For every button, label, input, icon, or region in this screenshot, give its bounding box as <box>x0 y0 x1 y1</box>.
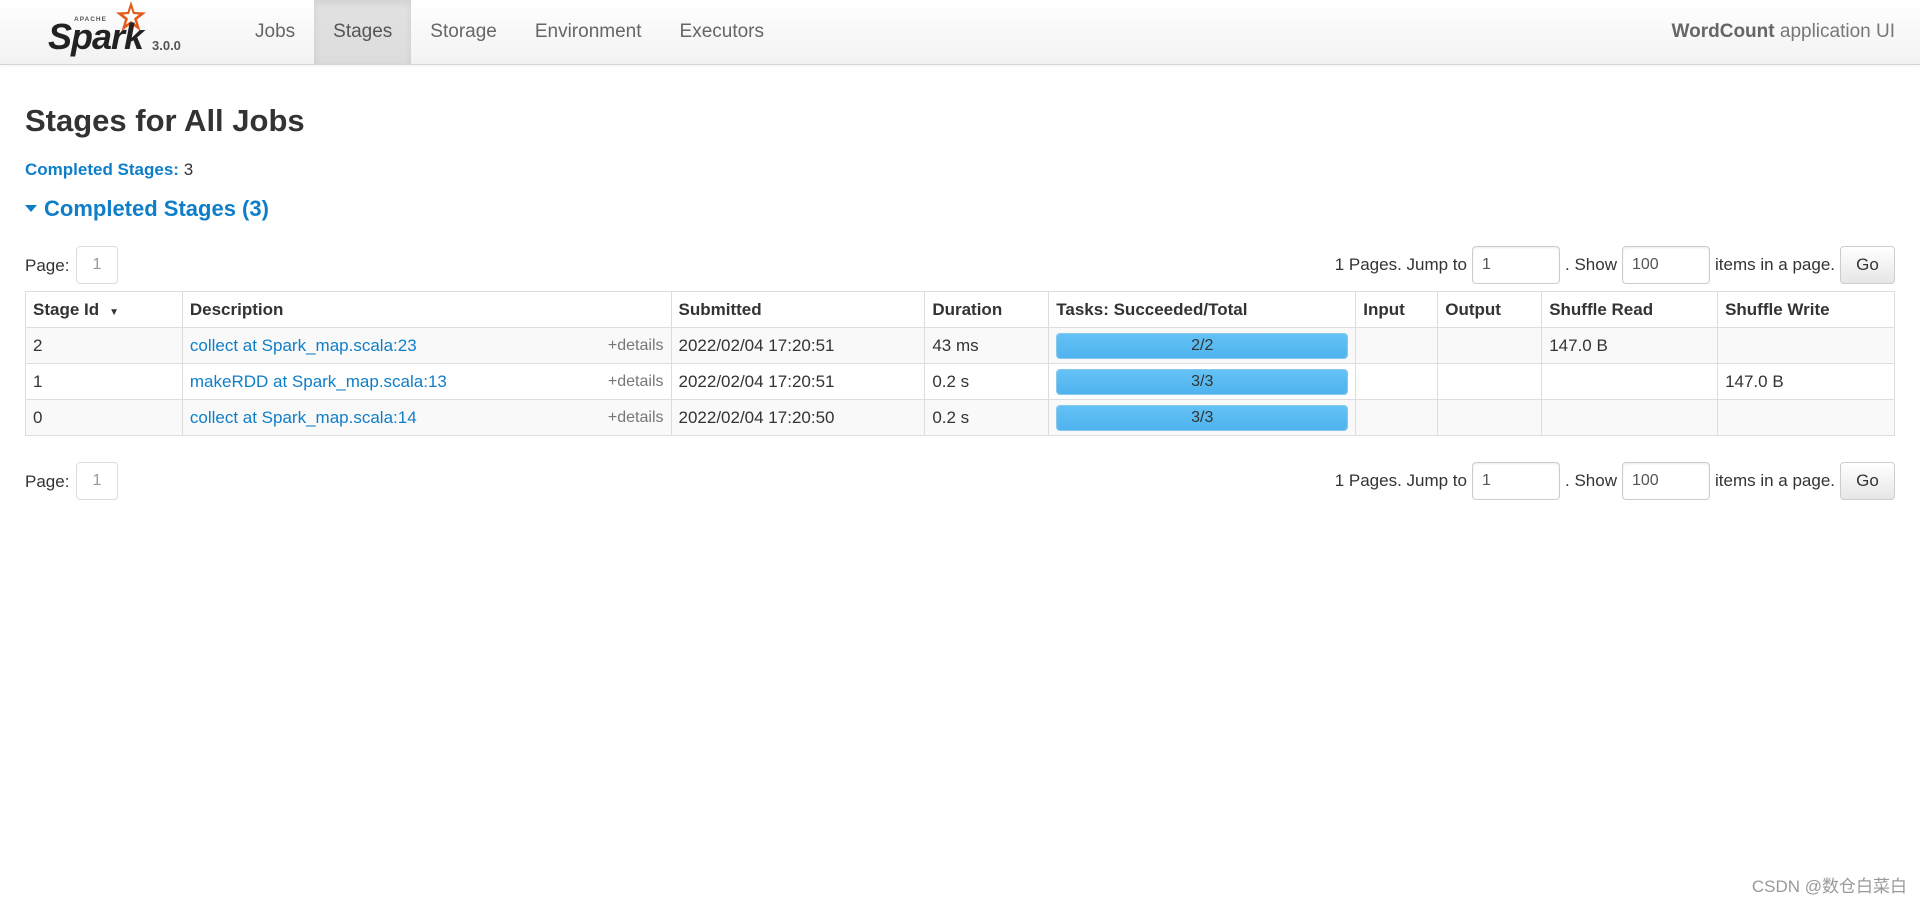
table-row: 0 collect at Spark_map.scala:14 +details 20… <box>25 399 1895 436</box>
page-title: Stages for All Jobs <box>25 103 305 138</box>
cell-output <box>1437 363 1543 400</box>
completed-stages-toggle[interactable]: Completed Stages (3) <box>25 196 269 222</box>
details-toggle[interactable]: +details <box>608 337 664 355</box>
show-text: . Show <box>1565 255 1617 274</box>
details-toggle[interactable]: +details <box>608 373 664 391</box>
header-shuffle-write[interactable]: Shuffle Write <box>1717 291 1895 328</box>
cell-tasks: 2/2 <box>1048 327 1357 364</box>
cell-submitted: 2022/02/04 17:20:51 <box>670 327 926 364</box>
details-toggle[interactable]: +details <box>608 409 664 427</box>
header-stage-id[interactable]: Stage Id ▼ <box>25 291 183 328</box>
jump-to-page-input[interactable] <box>1472 462 1560 500</box>
header-stage-id-label: Stage Id <box>33 299 100 319</box>
header-shuffle-read[interactable]: Shuffle Read <box>1541 291 1719 328</box>
app-name: WordCount <box>1671 21 1775 42</box>
progress-text: 3/3 <box>1191 408 1214 426</box>
nav-tab-stages[interactable]: Stages <box>314 0 412 64</box>
nav-tab-environment[interactable]: Environment <box>516 0 661 64</box>
page-number-button[interactable]: 1 <box>76 462 118 500</box>
cell-description: makeRDD at Spark_map.scala:13 +details <box>181 363 672 400</box>
cell-description: collect at Spark_map.scala:14 +details <box>181 399 672 436</box>
spark-logo[interactable]: APACHE Spark 3.0.0 <box>48 1 198 62</box>
cell-output <box>1437 327 1543 364</box>
nav-menu: Jobs Stages Storage Environment Executors <box>236 0 783 64</box>
cell-input <box>1355 327 1439 364</box>
sort-desc-icon: ▼ <box>109 306 120 318</box>
tasks-progress-bar: 3/3 <box>1056 368 1349 395</box>
header-tasks[interactable]: Tasks: Succeeded/Total <box>1048 291 1357 328</box>
top-navbar: APACHE Spark 3.0.0 Jobs Stages Storage Envi… <box>0 0 1920 65</box>
nav-tab-storage[interactable]: Storage <box>411 0 516 64</box>
pagination-controls: 1 Pages. Jump to . Show items in a page.… <box>1335 246 1895 284</box>
header-description[interactable]: Description <box>181 291 672 328</box>
pagination-bottom: Page: 1 1 Pages. Jump to . Show items in… <box>25 462 1895 500</box>
caret-down-icon <box>25 204 37 212</box>
page-number-button[interactable]: 1 <box>76 246 118 284</box>
header-submitted[interactable]: Submitted <box>670 291 926 328</box>
cell-stage-id: 1 <box>25 363 183 400</box>
cell-shuffle-write: 147.0 B <box>1717 363 1895 400</box>
app-title-suffix: application UI <box>1774 21 1895 42</box>
spark-version: 3.0.0 <box>152 38 181 53</box>
table-body: 2 collect at Spark_map.scala:23 +details 20… <box>25 327 1895 436</box>
items-text: items in a page. <box>1714 255 1835 274</box>
cell-output <box>1437 399 1543 436</box>
completed-stages-table: Stage Id ▼ Description Submitted Duration… <box>25 291 1895 436</box>
tasks-progress-bar: 2/2 <box>1056 332 1349 359</box>
csdn-watermark: CSDN @数仓白菜白 <box>1751 877 1907 896</box>
cell-duration: 0.2 s <box>924 363 1050 400</box>
cell-shuffle-read <box>1541 363 1719 400</box>
progress-text: 3/3 <box>1191 372 1214 390</box>
go-button[interactable]: Go <box>1840 246 1895 284</box>
jump-to-page-input[interactable] <box>1472 246 1560 284</box>
completed-stages-count: 3 <box>178 160 194 179</box>
progress-text: 2/2 <box>1191 336 1214 354</box>
pagination-controls: 1 Pages. Jump to . Show items in a page.… <box>1335 462 1895 500</box>
cell-tasks: 3/3 <box>1048 399 1357 436</box>
completed-stages-link[interactable]: Completed Stages: <box>25 160 179 179</box>
stage-description-link[interactable]: collect at Spark_map.scala:14 <box>190 408 417 427</box>
items-text: items in a page. <box>1714 471 1835 490</box>
table-row: 2 collect at Spark_map.scala:23 +details 20… <box>25 327 1895 364</box>
table-row: 1 makeRDD at Spark_map.scala:13 +details 20… <box>25 363 1895 400</box>
stage-description-link[interactable]: collect at Spark_map.scala:23 <box>190 336 417 355</box>
cell-submitted: 2022/02/04 17:20:51 <box>670 363 926 400</box>
cell-submitted: 2022/02/04 17:20:50 <box>670 399 926 436</box>
cell-input <box>1355 399 1439 436</box>
cell-duration: 0.2 s <box>924 399 1050 436</box>
header-output[interactable]: Output <box>1437 291 1543 328</box>
cell-description: collect at Spark_map.scala:23 +details <box>181 327 672 364</box>
section-title: Completed Stages (3) <box>44 196 269 221</box>
pages-text: 1 Pages. Jump to <box>1334 471 1467 490</box>
cell-shuffle-read: 147.0 B <box>1541 327 1719 364</box>
page-size-input[interactable] <box>1621 462 1710 500</box>
page-label: Page: <box>25 472 70 491</box>
pagination-top: Page: 1 1 Pages. Jump to . Show items in… <box>25 246 1895 284</box>
table-header-row: Stage Id ▼ Description Submitted Duration… <box>25 291 1895 328</box>
cell-shuffle-read <box>1541 399 1719 436</box>
app-title: WordCount application UI <box>1672 0 1895 64</box>
cell-duration: 43 ms <box>924 327 1050 364</box>
nav-tab-executors[interactable]: Executors <box>661 0 783 64</box>
cell-input <box>1355 363 1439 400</box>
cell-shuffle-write <box>1717 399 1895 436</box>
cell-stage-id: 0 <box>25 399 183 436</box>
stage-description-link[interactable]: makeRDD at Spark_map.scala:13 <box>190 372 447 391</box>
page-label: Page: <box>25 256 70 275</box>
stages-summary: Completed Stages: 3 <box>25 160 193 180</box>
brand-spark-text: Spark <box>48 16 144 57</box>
pages-text: 1 Pages. Jump to <box>1334 255 1467 274</box>
cell-stage-id: 2 <box>25 327 183 364</box>
go-button[interactable]: Go <box>1840 462 1895 500</box>
show-text: . Show <box>1565 471 1617 490</box>
cell-tasks: 3/3 <box>1048 363 1357 400</box>
cell-shuffle-write <box>1717 327 1895 364</box>
header-duration[interactable]: Duration <box>924 291 1050 328</box>
nav-tab-jobs[interactable]: Jobs <box>236 0 314 64</box>
tasks-progress-bar: 3/3 <box>1056 404 1349 431</box>
page-size-input[interactable] <box>1621 246 1710 284</box>
header-input[interactable]: Input <box>1355 291 1439 328</box>
